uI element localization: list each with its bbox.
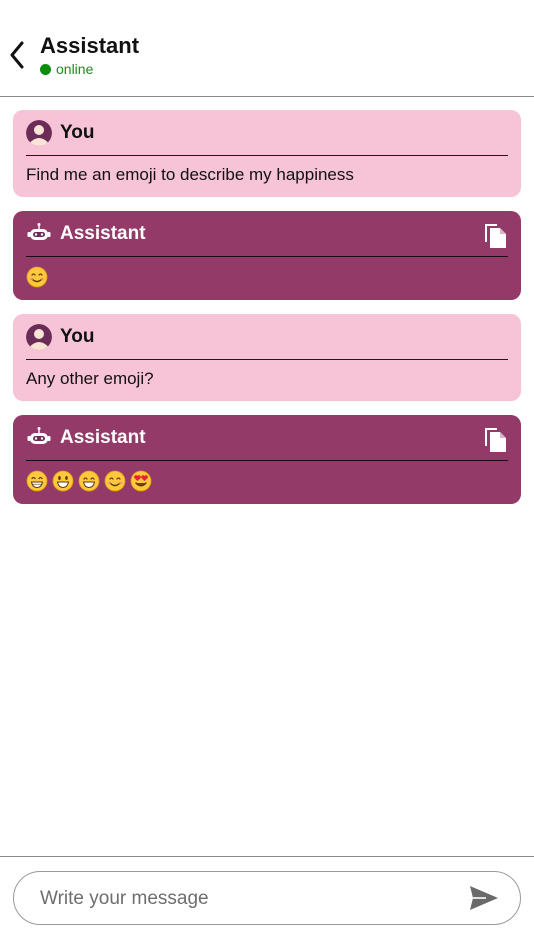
beaming-face-icon <box>26 470 48 492</box>
heart-eyes-face-icon <box>130 470 152 492</box>
smiling-face-with-smiling-eyes-icon <box>104 470 126 492</box>
message-text: Any other emoji? <box>26 369 154 388</box>
message-emojis <box>26 461 508 492</box>
message-header: Assistant <box>26 415 508 461</box>
user-avatar-icon <box>26 120 52 146</box>
message-bubble-assistant: Assistant <box>13 211 521 300</box>
send-icon[interactable] <box>468 884 500 912</box>
page-title: Assistant <box>40 33 140 58</box>
message-emojis <box>26 257 508 288</box>
status-indicator: online <box>40 61 93 77</box>
message-bubble-user: You Find me an emoji to describe my happ… <box>13 110 521 197</box>
sender-name: You <box>60 121 95 143</box>
copy-icon[interactable] <box>482 222 508 250</box>
grinning-face-big-eyes-icon <box>52 470 74 492</box>
message-input-box <box>13 871 521 925</box>
chevron-left-icon <box>10 41 24 69</box>
message-input[interactable] <box>40 882 460 916</box>
status-text: online <box>56 61 94 77</box>
robot-avatar-icon <box>26 425 52 451</box>
chat-screen: Assistant online You Find me an emoji to… <box>0 0 534 950</box>
message-header: Assistant <box>26 211 508 257</box>
message-header: You <box>26 110 508 156</box>
message-bubble-assistant: Assistant <box>13 415 521 504</box>
message-text: Find me an emoji to describe my happines… <box>26 165 354 184</box>
grinning-face-smiling-eyes-icon <box>78 470 100 492</box>
sender-name: You <box>60 325 95 347</box>
smiling-face-with-smiling-eyes-icon <box>26 266 48 288</box>
message-composer <box>0 856 534 950</box>
message-list: You Find me an emoji to describe my happ… <box>13 110 521 504</box>
sender-name: Assistant <box>60 426 146 448</box>
sender-name: Assistant <box>60 222 146 244</box>
back-button[interactable] <box>4 38 30 72</box>
robot-avatar-icon <box>26 221 52 247</box>
message-bubble-user: You Any other emoji? <box>13 314 521 401</box>
header: Assistant online <box>0 0 534 97</box>
message-header: You <box>26 314 508 360</box>
copy-icon[interactable] <box>482 426 508 454</box>
user-avatar-icon <box>26 324 52 350</box>
online-dot-icon <box>40 63 51 75</box>
